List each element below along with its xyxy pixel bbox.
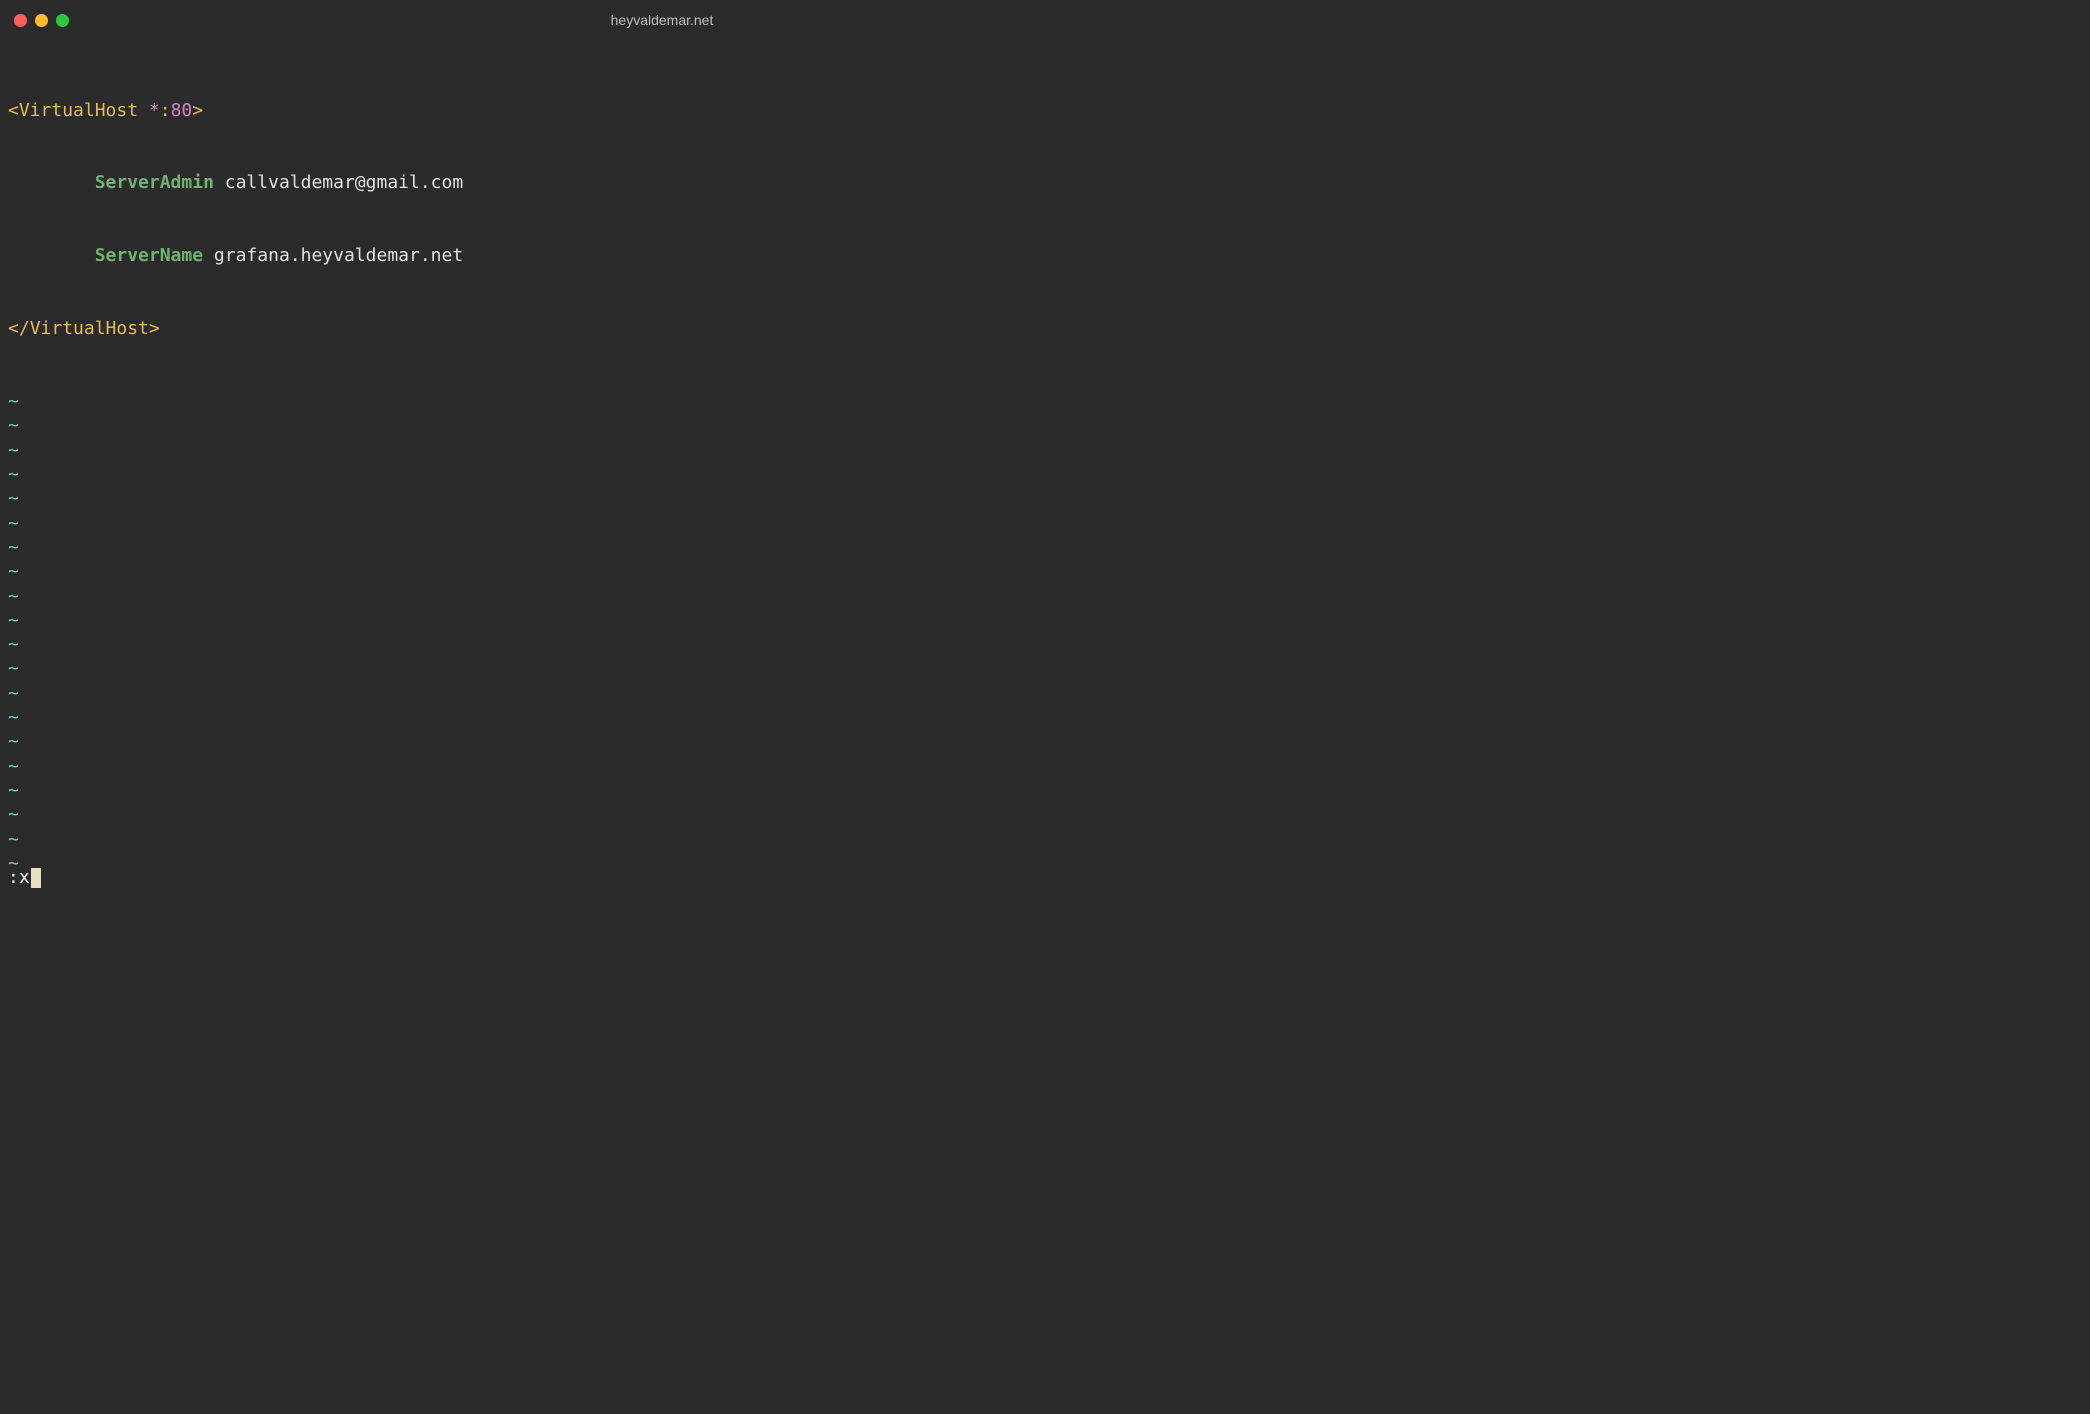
vim-command-line[interactable]: :x bbox=[0, 866, 1324, 896]
file-content: <VirtualHost *:80> ServerAdmin callvalde… bbox=[8, 50, 1316, 390]
window-titlebar: heyvaldemar.net bbox=[0, 0, 1324, 40]
empty-line-tilde: ~ bbox=[8, 633, 1316, 657]
tag-bracket: > bbox=[192, 100, 203, 121]
code-line: ServerName grafana.heyvaldemar.net bbox=[8, 244, 1316, 268]
empty-line-tilde: ~ bbox=[8, 706, 1316, 730]
empty-line-tilde: ~ bbox=[8, 390, 1316, 414]
empty-line-tilde: ~ bbox=[8, 682, 1316, 706]
tag-bracket: > bbox=[149, 318, 160, 339]
arg-star: * bbox=[149, 100, 160, 121]
directive-key: ServerName bbox=[95, 245, 203, 266]
empty-line-tilde: ~ bbox=[8, 439, 1316, 463]
tag-bracket: < bbox=[8, 100, 19, 121]
empty-line-tilde: ~ bbox=[8, 512, 1316, 536]
minimize-icon[interactable] bbox=[35, 14, 48, 27]
directive-value: callvaldemar@gmail.com bbox=[225, 172, 463, 193]
tag-bracket: </ bbox=[8, 318, 30, 339]
empty-line-tilde: ~ bbox=[8, 609, 1316, 633]
close-icon[interactable] bbox=[14, 14, 27, 27]
empty-line-tilde: ~ bbox=[8, 779, 1316, 803]
cursor-icon bbox=[31, 868, 41, 888]
directive-key: ServerAdmin bbox=[95, 172, 214, 193]
empty-line-tilde: ~ bbox=[8, 755, 1316, 779]
arg-colon: : bbox=[160, 100, 171, 121]
window-controls bbox=[14, 14, 69, 27]
arg-port: 80 bbox=[171, 100, 193, 121]
indent bbox=[8, 172, 95, 193]
empty-line-tilde: ~ bbox=[8, 560, 1316, 584]
code-line: ServerAdmin callvaldemar@gmail.com bbox=[8, 171, 1316, 195]
empty-line-tilde: ~ bbox=[8, 414, 1316, 438]
window-title: heyvaldemar.net bbox=[0, 11, 1324, 30]
tag-name: VirtualHost bbox=[30, 318, 149, 339]
code-line: <VirtualHost *:80> bbox=[8, 99, 1316, 123]
tag-name: VirtualHost bbox=[19, 100, 138, 121]
empty-line-tilde: ~ bbox=[8, 463, 1316, 487]
empty-line-tilde: ~ bbox=[8, 852, 1316, 866]
code-line: </VirtualHost> bbox=[8, 317, 1316, 341]
editor-area[interactable]: <VirtualHost *:80> ServerAdmin callvalde… bbox=[0, 40, 1324, 866]
empty-line-tilde: ~ bbox=[8, 730, 1316, 754]
empty-line-tilde: ~ bbox=[8, 585, 1316, 609]
indent bbox=[8, 245, 95, 266]
empty-line-tilde: ~ bbox=[8, 657, 1316, 681]
empty-line-tilde: ~ bbox=[8, 803, 1316, 827]
empty-line-tilde: ~ bbox=[8, 828, 1316, 852]
command-text: x bbox=[19, 866, 30, 890]
empty-line-tilde: ~ bbox=[8, 536, 1316, 560]
maximize-icon[interactable] bbox=[56, 14, 69, 27]
empty-line-tilde: ~ bbox=[8, 487, 1316, 511]
command-prefix: : bbox=[8, 866, 19, 890]
directive-value: grafana.heyvaldemar.net bbox=[214, 245, 463, 266]
empty-lines: ~~~~~~~~~~~~~~~~~~~~~~~~~~~~~~~~~~~~~~~~ bbox=[8, 390, 1316, 866]
tag-space bbox=[138, 100, 149, 121]
